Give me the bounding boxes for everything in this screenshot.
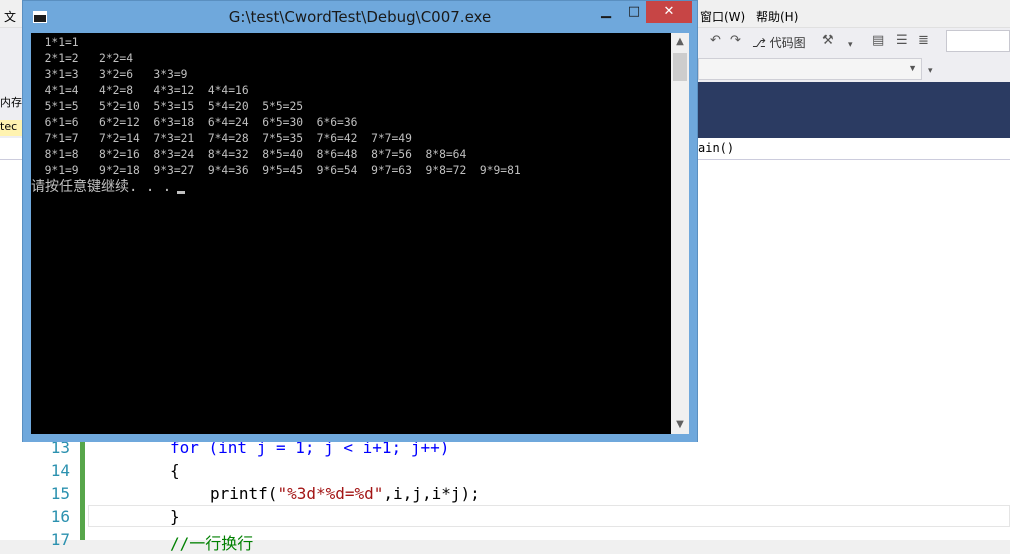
window-frame [689, 33, 697, 434]
output-line: 2*1=2 2*2=4 [31, 52, 134, 65]
close-button[interactable]: ✕ [646, 1, 692, 23]
scroll-up-icon[interactable]: ▲ [671, 33, 689, 51]
code-map-button[interactable]: ⎇ 代码图 [752, 34, 806, 51]
change-indicator [80, 430, 85, 540]
output-line: 6*1=6 6*2=12 6*3=18 6*4=24 6*5=30 6*6=36 [31, 116, 358, 129]
code-line: } [170, 507, 180, 526]
output-line: 8*1=8 8*2=16 8*3=24 8*4=32 8*5=40 8*6=48… [31, 148, 467, 161]
output-line: 7*1=7 7*2=14 7*3=21 7*4=28 7*5=35 7*6=42… [31, 132, 412, 145]
search-box[interactable] [946, 30, 1010, 52]
menu-window[interactable]: 窗口(W) [700, 8, 745, 25]
outdent-icon[interactable]: ≣ [918, 33, 929, 48]
left-tab-memory[interactable]: 内存 [0, 94, 22, 110]
left-tab-tec[interactable]: tec [0, 120, 22, 136]
menu-help[interactable]: 帮助(H) [756, 8, 798, 25]
text-cursor [177, 191, 186, 194]
console-titlebar[interactable]: G:\test\CwordTest\Debug\C007.exe ▁ □ ✕ [23, 1, 697, 33]
current-line-highlight [88, 505, 1010, 527]
output-line: 3*1=3 3*2=6 3*3=9 [31, 68, 188, 81]
code-line: printf("%3d*%d=%d",i,j,i*j); [210, 484, 480, 503]
line-number: 16 [50, 507, 70, 526]
dropdown-icon[interactable]: ▾ [848, 40, 853, 50]
code-line: //一行换行 [170, 534, 254, 553]
function-navigator[interactable]: ain() [698, 141, 734, 155]
maximize-button[interactable]: □ [621, 1, 647, 23]
minimize-button[interactable]: ▁ [593, 1, 619, 23]
scroll-down-icon[interactable]: ▼ [671, 416, 689, 434]
menu-file[interactable]: 文 [4, 8, 16, 25]
indent-icon[interactable]: ☰ [896, 33, 908, 48]
document-icon[interactable]: ▤ [872, 33, 884, 48]
code-map-icon: ⎇ [752, 36, 766, 50]
continue-prompt: 请按任意键继续. . . [31, 178, 186, 196]
code-string: "%3d*%d=%d" [277, 484, 384, 503]
code-token: printf( [210, 484, 278, 503]
code-token: ,i,j,i*j); [383, 484, 480, 503]
vertical-scrollbar[interactable]: ▲ ▼ [671, 33, 689, 434]
code-map-label: 代码图 [769, 36, 806, 50]
console-window: G:\test\CwordTest\Debug\C007.exe ▁ □ ✕ 1… [22, 0, 698, 442]
toolbox-icon[interactable]: ⚒ [822, 33, 834, 48]
output-line: 4*1=4 4*2=8 4*3=12 4*4=16 [31, 84, 249, 97]
overflow-icon[interactable]: ▾ [928, 66, 933, 76]
output-line: 1*1=1 [31, 36, 79, 49]
redo-icon[interactable]: ↷ [730, 33, 741, 48]
code-line: { [170, 461, 180, 480]
window-frame [23, 434, 697, 442]
left-dock-strip: 内存 tec [0, 82, 22, 138]
scrollbar-thumb[interactable] [673, 53, 687, 81]
chevron-down-icon: ▼ [908, 63, 917, 73]
output-line: 9*1=9 9*2=18 9*3=27 9*4=36 9*5=45 9*6=54… [31, 164, 521, 177]
output-line: 5*1=5 5*2=10 5*3=15 5*4=20 5*5=25 [31, 100, 304, 113]
line-number: 15 [50, 484, 70, 503]
solution-config-combo[interactable]: ▼ [698, 58, 922, 80]
line-number: 14 [50, 461, 70, 480]
undo-icon[interactable]: ↶ [710, 33, 721, 48]
prompt-text: 请按任意键继续. . . [31, 179, 172, 195]
console-output-area[interactable]: 1*1=1 2*1=2 2*2=4 3*1=3 3*2=6 3*3=9 4*1=… [31, 33, 671, 434]
